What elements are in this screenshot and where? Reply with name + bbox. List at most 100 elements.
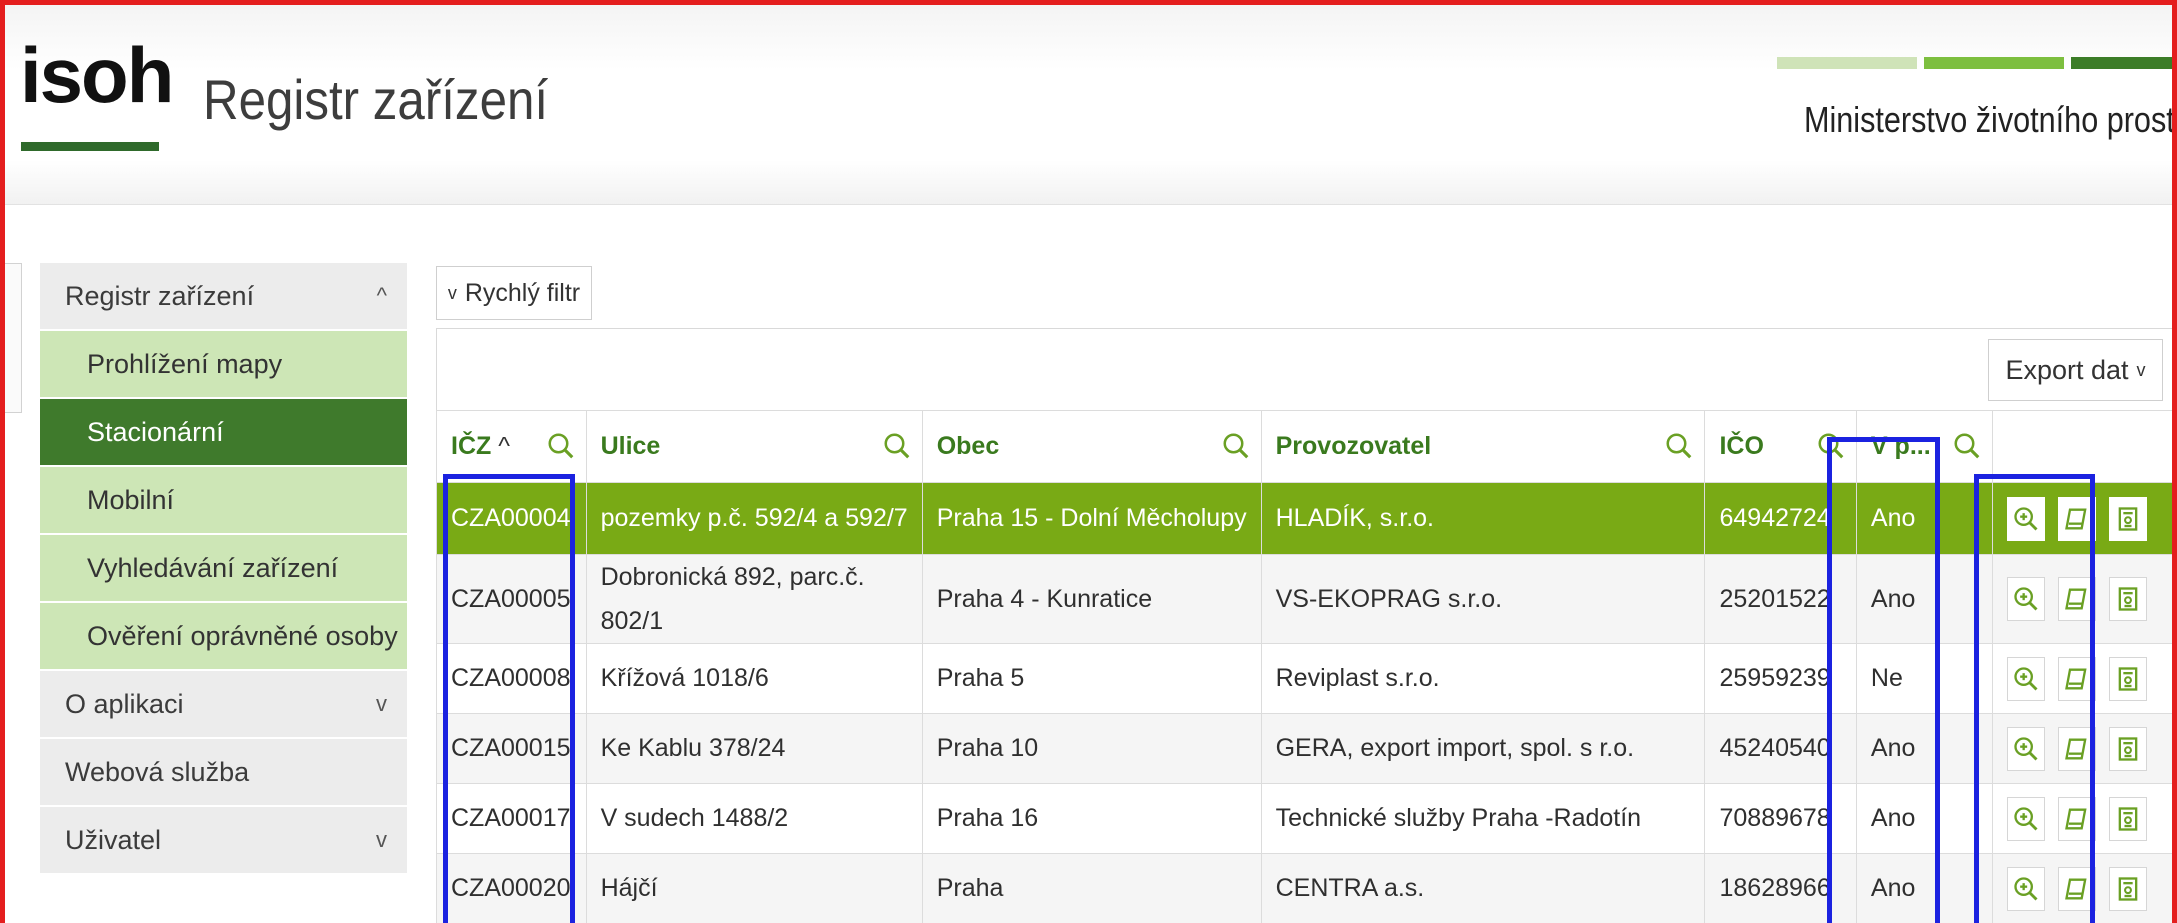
sidebar-item-label: Uživatel	[65, 824, 162, 855]
search-icon[interactable]	[1221, 431, 1251, 461]
quick-filter-button[interactable]: v Rychlý filtr	[436, 266, 592, 320]
cell-obec: Praha 4 - Kunratice	[921, 554, 1262, 644]
book-icon[interactable]	[2058, 496, 2097, 541]
sidebar-item-registr-zarizeni[interactable]: Registr zařízení ^	[40, 263, 407, 331]
sidebar-item-uzivatel[interactable]: Uživatel v	[40, 807, 407, 875]
cell-obec: Praha 16	[921, 783, 1262, 854]
sidebar-item-vyhledavani-zarizeni[interactable]: Vyhledávání zařízení	[40, 535, 407, 603]
cell-ico: 45240540	[1704, 713, 1857, 784]
cell-vp: Ano	[1855, 713, 1994, 784]
chevron-down-icon: v	[376, 827, 387, 852]
sidebar-item-o-aplikaci[interactable]: O aplikaci v	[40, 671, 407, 739]
cell-actions	[1992, 853, 2177, 923]
cell-actions	[1992, 643, 2177, 714]
column-header-label: Provozovatel	[1275, 432, 1432, 460]
book-icon[interactable]	[2058, 726, 2097, 771]
document-icon[interactable]	[2109, 496, 2148, 541]
column-header-provozovatel[interactable]: Provozovatel	[1260, 410, 1706, 483]
zoom-in-icon[interactable]	[2007, 577, 2046, 621]
document-icon[interactable]	[2109, 577, 2148, 621]
cell-actions	[1992, 783, 2177, 854]
cell-ulice: Hájčí	[585, 853, 923, 923]
cell-vp: Ano	[1855, 482, 1994, 555]
cell-actions	[1992, 554, 2177, 644]
ministry-name[interactable]: Ministerstvo životního prostřed	[1804, 99, 2177, 141]
isoh-logo[interactable]: isoh	[20, 36, 174, 114]
cell-vp: Ano	[1855, 783, 1994, 854]
search-icon[interactable]	[1952, 431, 1982, 461]
cell-obec: Praha 10	[921, 713, 1262, 784]
column-header-label: V p...	[1870, 432, 1931, 460]
cell-ulice: V sudech 1488/2	[585, 783, 923, 854]
cell-icz: CZA00005	[436, 554, 587, 644]
column-header-ico[interactable]: IČO	[1704, 410, 1857, 483]
table-header-row: IČZ ^ Ulice Obec Provozovatel IČO V p...	[436, 410, 2177, 483]
sort-ascending-icon: ^	[498, 432, 510, 460]
cell-ico: 25959239	[1704, 643, 1857, 714]
table-row[interactable]: CZA00015 Ke Kablu 378/24 Praha 10 GERA, …	[436, 713, 2177, 784]
document-icon[interactable]	[2109, 796, 2148, 841]
book-icon[interactable]	[2058, 866, 2097, 911]
cell-provozovatel: GERA, export import, spol. s r.o.	[1260, 713, 1706, 784]
cell-ico: 70889678	[1704, 783, 1857, 854]
export-data-button[interactable]: Export dat v	[1988, 339, 2163, 401]
column-header-obec[interactable]: Obec	[921, 410, 1262, 483]
book-icon[interactable]	[2058, 656, 2097, 701]
sidebar-item-label: Mobilní	[87, 484, 175, 515]
book-icon[interactable]	[2058, 796, 2097, 841]
column-header-vp[interactable]: V p...	[1855, 410, 1994, 483]
sidebar-item-mobilni[interactable]: Mobilní	[40, 467, 407, 535]
column-header-actions	[1992, 410, 2177, 483]
sidebar-nav: Registr zařízení ^ Prohlížení mapy Staci…	[40, 263, 407, 875]
chevron-down-icon: v	[376, 691, 387, 716]
cell-ulice: pozemky p.č. 592/4 a 592/7	[585, 482, 923, 555]
table-row[interactable]: CZA00004 pozemky p.č. 592/4 a 592/7 Prah…	[436, 482, 2177, 555]
chevron-down-icon: v	[2136, 359, 2146, 380]
header-stripe-dark	[2071, 57, 2177, 69]
facilities-table: IČZ ^ Ulice Obec Provozovatel IČO V p...…	[436, 410, 2177, 923]
search-icon[interactable]	[1816, 431, 1846, 461]
column-header-label: Obec	[936, 432, 1000, 460]
sidebar-item-label: Vyhledávání zařízení	[87, 552, 339, 583]
cell-vp: Ne	[1855, 643, 1994, 714]
header-stripe-light	[1777, 57, 1917, 69]
zoom-in-icon[interactable]	[2007, 496, 2046, 541]
sidebar-item-label: Ověření oprávněné osoby	[87, 620, 398, 651]
document-icon[interactable]	[2109, 656, 2148, 701]
chevron-up-icon: ^	[376, 283, 387, 308]
cell-vp: Ano	[1855, 853, 1994, 923]
zoom-in-icon[interactable]	[2007, 866, 2046, 911]
cell-ico: 25201522	[1704, 554, 1857, 644]
collapsed-panel-tab[interactable]	[4, 263, 22, 413]
cell-provozovatel: VS-EKOPRAG s.r.o.	[1260, 554, 1706, 644]
cell-icz: CZA00004	[436, 482, 587, 555]
table-row[interactable]: CZA00020 Hájčí Praha CENTRA a.s. 1862896…	[436, 853, 2177, 923]
table-row[interactable]: CZA00017 V sudech 1488/2 Praha 16 Techni…	[436, 783, 2177, 854]
document-icon[interactable]	[2109, 726, 2148, 771]
column-header-label: IČO	[1719, 432, 1764, 460]
sidebar-item-overeni-opravnene-osoby[interactable]: Ověření oprávněné osoby	[40, 603, 407, 671]
search-icon[interactable]	[1664, 431, 1694, 461]
document-icon[interactable]	[2109, 866, 2148, 911]
sidebar-item-stacionarni[interactable]: Stacionární	[40, 399, 407, 467]
column-header-icz[interactable]: IČZ ^	[436, 410, 587, 483]
zoom-in-icon[interactable]	[2007, 726, 2046, 771]
cell-provozovatel: CENTRA a.s.	[1260, 853, 1706, 923]
table-row[interactable]: CZA00008 Křížová 1018/6 Praha 5 Reviplas…	[436, 643, 2177, 714]
book-icon[interactable]	[2058, 577, 2097, 621]
sidebar-item-prohlizeni-mapy[interactable]: Prohlížení mapy	[40, 331, 407, 399]
cell-ulice: Dobronická 892, parc.č. 802/1	[585, 554, 923, 644]
logo-underline	[21, 142, 159, 151]
zoom-in-icon[interactable]	[2007, 796, 2046, 841]
sidebar-item-label: Registr zařízení	[65, 280, 255, 311]
search-icon[interactable]	[882, 431, 912, 461]
zoom-in-icon[interactable]	[2007, 656, 2046, 701]
search-icon[interactable]	[546, 431, 576, 461]
cell-ico: 18628966	[1704, 853, 1857, 923]
column-header-ulice[interactable]: Ulice	[585, 410, 923, 483]
cell-ico: 64942724	[1704, 482, 1857, 555]
cell-icz: CZA00008	[436, 643, 587, 714]
sidebar-item-webova-sluzba[interactable]: Webová služba	[40, 739, 407, 807]
table-row[interactable]: CZA00005 Dobronická 892, parc.č. 802/1 P…	[436, 554, 2177, 644]
cell-icz: CZA00017	[436, 783, 587, 854]
